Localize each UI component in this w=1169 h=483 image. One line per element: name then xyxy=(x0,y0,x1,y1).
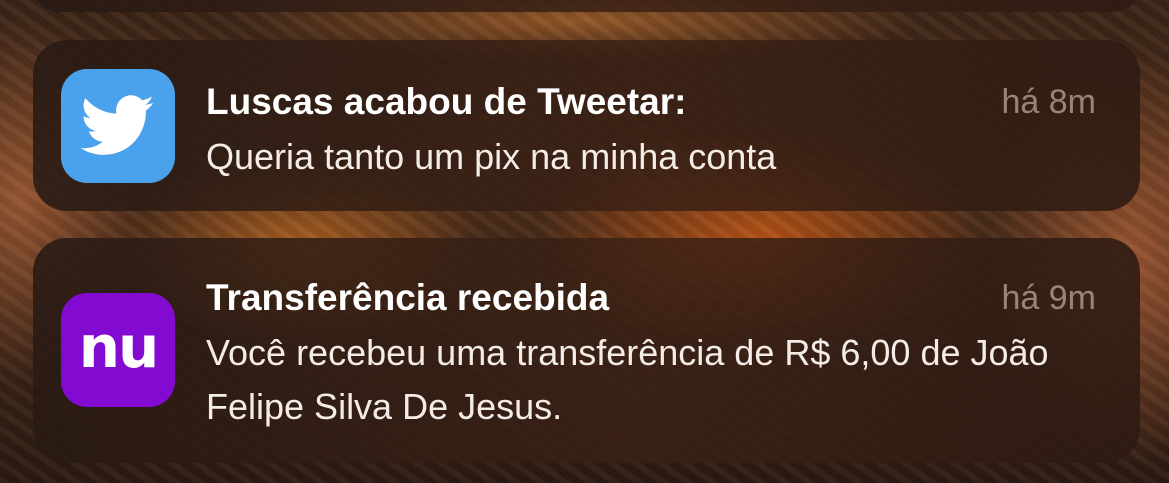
notification-partial-top[interactable] xyxy=(33,0,1140,12)
twitter-bird-icon xyxy=(61,69,175,183)
nubank-logo-icon: nu xyxy=(61,293,175,407)
notification-twitter[interactable]: Luscas acabou de Tweetar: há 8m Queria t… xyxy=(33,40,1140,211)
notification-title: Transferência recebida xyxy=(206,277,610,318)
notification-time: há 9m xyxy=(1001,279,1097,317)
notification-body: Queria tanto um pix na minha conta xyxy=(206,136,777,177)
twitter-bird-glyph xyxy=(80,95,154,155)
nubank-logo-text: nu xyxy=(78,313,160,381)
notification-body: Você recebeu uma transferência de R$ 6,0… xyxy=(206,332,1049,427)
notification-time: há 8m xyxy=(1001,83,1097,121)
notification-nubank[interactable]: nu Transferência recebida há 9m Você rec… xyxy=(33,238,1140,463)
notification-title: Luscas acabou de Tweetar: xyxy=(206,81,687,122)
